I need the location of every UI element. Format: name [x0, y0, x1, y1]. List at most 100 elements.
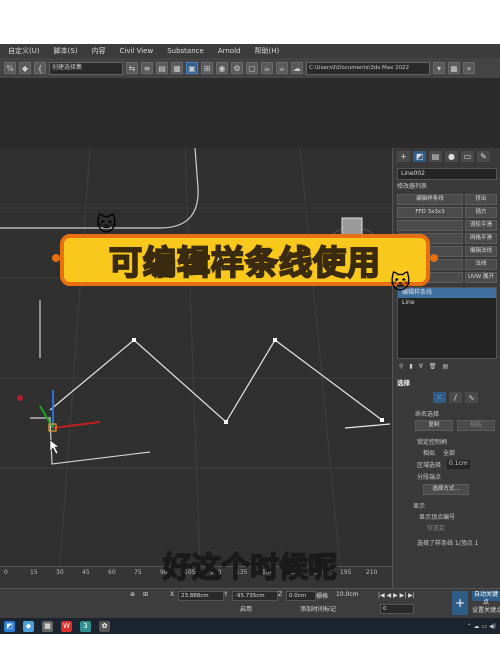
explorer-icon[interactable]: ◆ [23, 620, 34, 632]
layer-explorer-icon[interactable]: ▤ [156, 62, 168, 74]
percent-snap-icon[interactable]: % [4, 62, 16, 74]
3dsmax-icon[interactable]: 3 [80, 620, 91, 632]
uvw-unwrap-button[interactable]: UVW 展开 [465, 272, 497, 283]
only-selected-checkbox[interactable]: 仅选定 [427, 523, 500, 532]
render-frame-icon[interactable]: ▢ [246, 62, 258, 74]
current-frame-field[interactable]: 0 [380, 604, 414, 614]
modify-tab-icon[interactable]: ◩ [413, 151, 426, 162]
project-path-field[interactable]: C:\Users\l\Documents\3ds Max 2022 [306, 61, 430, 75]
menu-item-arnold[interactable]: Arnold [218, 47, 241, 55]
z-coordinate-field[interactable]: 0.0cm [286, 591, 316, 601]
x-coordinate-field[interactable]: 23.888cm [178, 591, 224, 601]
playback-controls[interactable]: |◀ ◀ ▶ ▶| ▶| [378, 592, 415, 599]
schematic-view-icon[interactable]: ⊞ [201, 62, 213, 74]
modifier-list-dropdown[interactable]: 修改器列表 [397, 182, 497, 192]
pin-stack-icon[interactable]: ⚲ [399, 363, 403, 370]
render-iterative-icon[interactable]: ☕ [276, 62, 288, 74]
cat-sticker-icon: 🐱 [390, 270, 411, 294]
mirror-icon[interactable]: ⇆ [126, 62, 138, 74]
render-setup-icon[interactable]: ⚙ [231, 62, 243, 74]
extrude-button[interactable]: 挤出 [465, 194, 497, 205]
a360-icon[interactable]: ☁ [291, 62, 303, 74]
vertex-level-icon[interactable]: ⁙ [433, 392, 446, 403]
enable-label[interactable]: 启用 [240, 604, 252, 613]
menu-item-customize[interactable]: 自定义(U) [8, 46, 40, 56]
reference-spline[interactable] [30, 300, 151, 465]
display-tab-icon[interactable]: ▭ [461, 151, 474, 162]
spline-vertices[interactable] [132, 338, 384, 424]
wps-icon[interactable]: W [61, 620, 72, 632]
material-editor-icon[interactable]: ◉ [216, 62, 228, 74]
edit-spline-button[interactable]: 编辑样条线 [397, 194, 463, 205]
hierarchy-tab-icon[interactable]: ▤ [429, 151, 442, 162]
set-key-button[interactable]: 设置关键点 [472, 605, 500, 614]
zigzag-end-segment [344, 423, 391, 429]
menu-item-civil-view[interactable]: Civil View [120, 47, 154, 55]
curve-editor-icon[interactable]: ▣ [186, 62, 198, 74]
render-production-icon[interactable]: ☕ [261, 62, 273, 74]
turbosmooth-button[interactable]: 涡轮平滑 [465, 220, 497, 231]
transform-gizmo[interactable] [39, 390, 101, 432]
lock-selection-icon[interactable]: ⊕ [130, 591, 135, 598]
main-toolbar: % ◆ { 创建选择集 ⇆ ≡ ▤ ▦ ▣ ⊞ ◉ ⚙ ▢ ☕ ☕ ☁ C:\U… [0, 58, 500, 78]
remove-modifier-icon[interactable]: 🗑 [429, 363, 437, 370]
selection-rollout-title[interactable]: 选择 [397, 378, 497, 388]
meshsmooth-button[interactable]: 网格平滑 [465, 233, 497, 244]
motion-tab-icon[interactable]: ● [445, 151, 458, 162]
expand-icon[interactable]: » [463, 62, 475, 74]
title-banner: 可编辑样条线使用 🐱 🐱 [52, 212, 438, 294]
menu-item-content[interactable]: 内容 [92, 46, 106, 56]
tray-icons[interactable]: ⌃ ☁ ▭ ◀) [467, 623, 496, 630]
menu-bar: 自定义(U) 脚本(S) 内容 Civil View Substance Arn… [0, 44, 500, 58]
insert-button[interactable]: 插方 [465, 207, 497, 218]
perspective-viewport[interactable] [0, 148, 392, 566]
project-folder-icon[interactable]: ▦ [448, 62, 460, 74]
show-vertex-numbers-checkbox[interactable]: 显示顶点编号 [419, 512, 500, 521]
named-selection-buttons: 复制 粘贴 [415, 420, 500, 431]
zigzag-spline[interactable] [49, 339, 383, 423]
spinner-snap-icon[interactable]: ◆ [19, 62, 31, 74]
named-selection-set-dropdown[interactable]: 创建选择集 [49, 61, 123, 75]
copy-button[interactable]: 复制 [415, 420, 453, 431]
segment-level-icon[interactable]: ∕ [449, 392, 462, 403]
menu-item-help[interactable]: 帮助(H) [254, 46, 279, 56]
video-subtitle: 好这个时候呢 [162, 549, 338, 585]
lock-handles-checkbox[interactable]: 锁定控制柄 [417, 437, 500, 446]
similar-radio[interactable]: 相似 [423, 448, 435, 457]
menu-item-scripting[interactable]: 脚本(S) [54, 46, 78, 56]
show-end-result-icon[interactable]: ▮ [409, 363, 412, 370]
z-label: Z [278, 591, 283, 598]
create-tab-icon[interactable]: + [397, 151, 410, 162]
add-key-icon[interactable]: + [452, 591, 468, 615]
command-panel-tabs: + ◩ ▤ ● ▭ ✎ [393, 148, 500, 166]
spline-level-icon[interactable]: ∿ [465, 392, 478, 403]
select-by-button[interactable]: 选择方式... [423, 484, 469, 495]
path-dropdown-icon[interactable]: ▾ [433, 62, 445, 74]
normal-button[interactable]: 法线 [465, 259, 497, 270]
auto-key-button[interactable]: 自动关键点 [472, 591, 500, 606]
menu-item-substance[interactable]: Substance [167, 47, 204, 55]
make-unique-icon[interactable]: ∀ [419, 363, 423, 370]
area-selection-checkbox[interactable]: 区域选择 [417, 460, 441, 469]
edit-named-selection-icon[interactable]: { [34, 62, 46, 74]
toggle-ribbon-icon[interactable]: ▦ [171, 62, 183, 74]
stack-item-line[interactable]: Line [398, 298, 496, 308]
configure-sets-icon[interactable]: ▤ [442, 363, 448, 370]
y-coordinate-field[interactable]: -95.735cm [232, 591, 278, 601]
area-selection-value[interactable]: 0.1cm [447, 460, 470, 469]
add-time-tag-button[interactable]: 添加时间标记 [300, 604, 336, 613]
edit-normals-button[interactable]: 编辑法线 [465, 246, 497, 257]
segment-end-checkbox[interactable]: 分段端点 [417, 472, 500, 481]
absolute-mode-icon[interactable]: ⊞ [143, 591, 148, 598]
settings-icon[interactable]: ✿ [99, 620, 110, 632]
start-icon[interactable]: ◩ [4, 620, 15, 632]
ffd-button[interactable]: FFD 3x3x3 [397, 207, 463, 218]
paste-button[interactable]: 粘贴 [457, 420, 495, 431]
utilities-tab-icon[interactable]: ✎ [477, 151, 490, 162]
object-name-field[interactable]: Line002 [397, 168, 497, 180]
all-radio[interactable]: 全部 [443, 448, 455, 457]
grid-label: 栅格 [316, 593, 329, 600]
modifier-stack: 编辑样条线 Line [397, 287, 497, 359]
taskbar-app-icon[interactable]: ▦ [42, 620, 53, 632]
align-icon[interactable]: ≡ [141, 62, 153, 74]
